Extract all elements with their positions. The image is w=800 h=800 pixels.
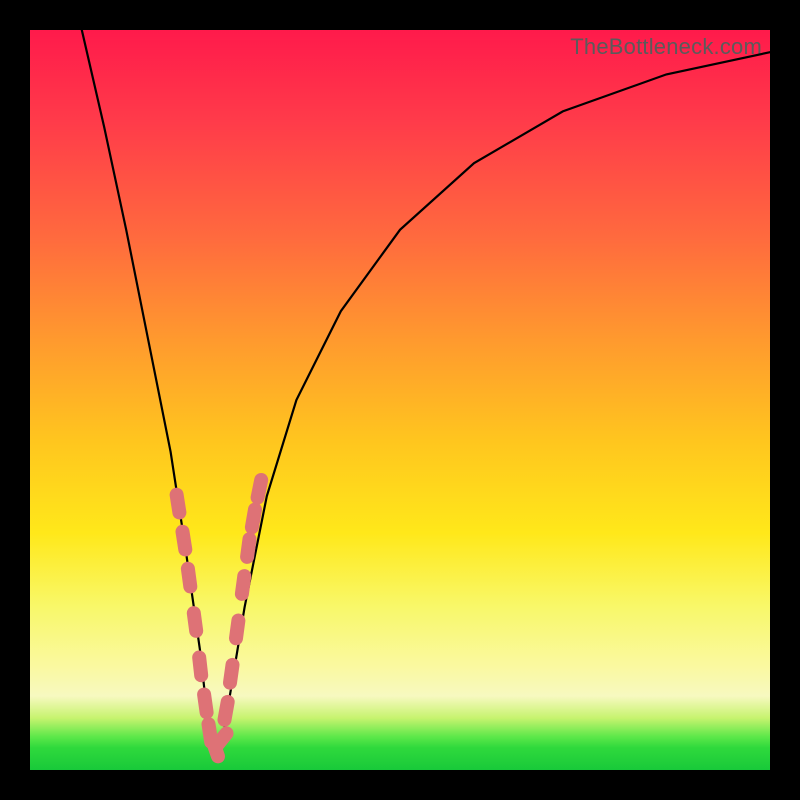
marker-pill: [183, 532, 186, 550]
marker-pill: [177, 495, 180, 513]
marker-cluster: [177, 480, 262, 756]
marker-pill: [199, 658, 201, 676]
plot-area: TheBottleneck.com: [30, 30, 770, 770]
marker-pill: [247, 539, 249, 557]
marker-pill: [252, 510, 255, 528]
bottleneck-curve: [82, 30, 770, 748]
marker-pill: [194, 613, 196, 631]
marker-pill: [258, 480, 262, 498]
chart-frame: TheBottleneck.com: [0, 0, 800, 800]
chart-svg: [30, 30, 770, 770]
marker-pill: [230, 665, 233, 683]
marker-pill: [242, 576, 244, 594]
marker-pill: [236, 621, 238, 639]
marker-pill: [215, 733, 226, 747]
marker-pill: [188, 569, 190, 587]
marker-pill: [204, 695, 207, 713]
marker-pill: [225, 702, 228, 720]
